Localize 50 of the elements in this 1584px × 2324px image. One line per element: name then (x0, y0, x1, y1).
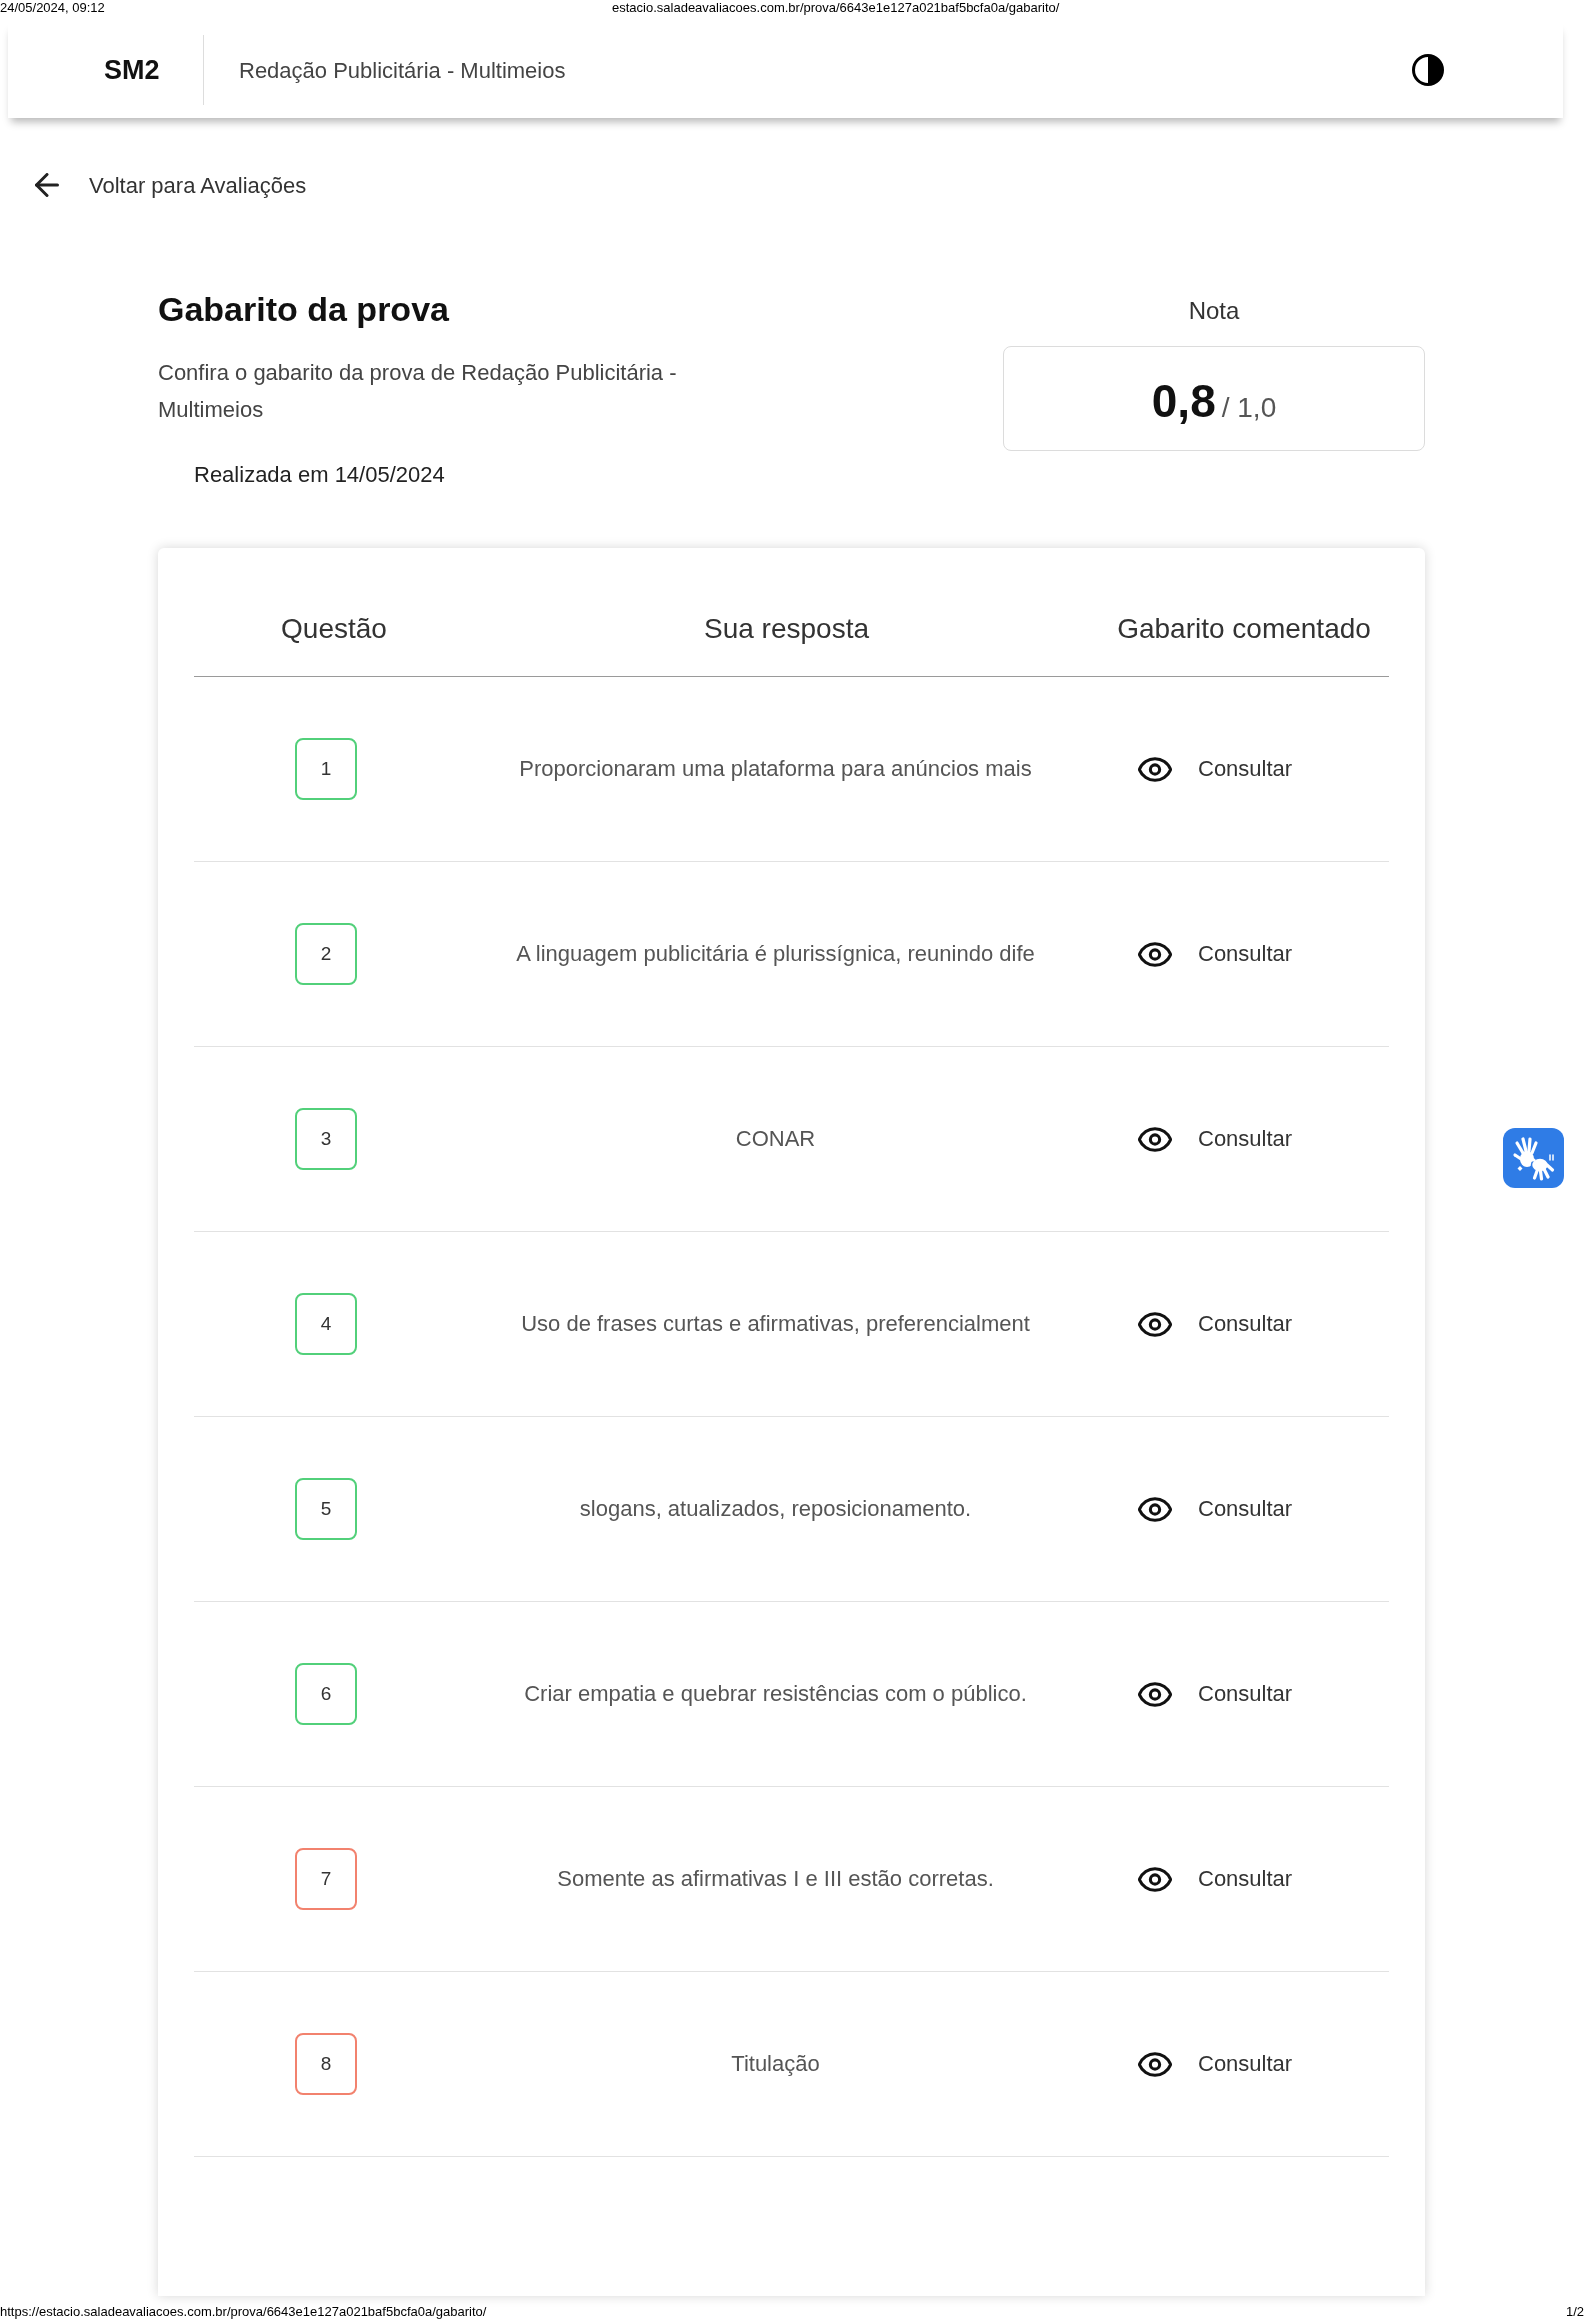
back-link[interactable]: Voltar para Avaliações (35, 163, 307, 207)
page-description: Confira o gabarito da prova de Redação Publicitária - Multimeios (158, 359, 678, 424)
consult-button[interactable]: Consultar (1138, 1864, 1293, 1894)
consult-button[interactable]: Consultar (1138, 939, 1293, 969)
answer-text: Titulação (731, 2050, 820, 2078)
column-header: Sua resposta (704, 612, 869, 646)
contrast-icon[interactable] (1412, 54, 1444, 86)
eye-icon (1138, 1126, 1172, 1152)
question-number: 5 (295, 1478, 357, 1540)
consult-button[interactable]: Consultar (1138, 1494, 1293, 1524)
question-number: 4 (295, 1293, 357, 1355)
question-number: 8 (295, 2033, 357, 2095)
page-number: 1/2 (1565, 2304, 1584, 2319)
column-header: Questão (281, 612, 387, 646)
question-number: 7 (295, 1848, 357, 1910)
grade-label: Nota (1188, 296, 1240, 326)
answer-text: Proporcionaram uma plataforma para anúncios mais (519, 755, 1032, 783)
answer-text: Uso de frases curtas e afirmativas, preferencialment (521, 1310, 1030, 1338)
grade-total: / 1,0 (1221, 393, 1277, 422)
eye-icon (1138, 1866, 1172, 1892)
eye-icon (1138, 756, 1172, 782)
consult-button[interactable]: Consultar (1138, 1309, 1293, 1339)
eye-icon (1138, 1496, 1172, 1522)
answer-text: Criar empatia e quebrar resistências com o público. (524, 1680, 1027, 1708)
eye-icon (1138, 1311, 1172, 1337)
question-number: 3 (295, 1108, 357, 1170)
logo-text: SM2 (104, 54, 160, 85)
eye-icon (1138, 1681, 1172, 1707)
question-number: 2 (295, 923, 357, 985)
answer-text: Somente as afirmativas I e III estão corretas. (557, 1865, 994, 1893)
page-url: https://estacio.saladeavaliacoes.com.br/prova/6643e1e127a021baf5bcfa0a/gabarito/ (0, 2304, 487, 2319)
answer-text: A linguagem publicitária é plurissígnica, reunindo dife (516, 940, 1035, 968)
page-title: Gabarito da prova (158, 289, 450, 329)
completion-date: Realizada em 14/05/2024 (194, 462, 445, 487)
eye-icon (1138, 2051, 1172, 2077)
course-title: Redação Publicitária - Multimeios (239, 56, 566, 85)
page-url: estacio.saladeavaliacoes.com.br/prova/6643e1e127a021baf5bcfa0a/gabarito/ (612, 0, 1060, 15)
column-header: Gabarito comentado (1117, 612, 1371, 646)
grade-score: 0,8 (1151, 377, 1216, 424)
question-number: 1 (295, 738, 357, 800)
consult-button[interactable]: Consultar (1138, 754, 1293, 784)
print-date: 24/05/2024, 09:12 (0, 0, 106, 15)
question-number: 6 (295, 1663, 357, 1725)
consult-button[interactable]: Consultar (1138, 1679, 1293, 1709)
consult-button[interactable]: Consultar (1138, 1124, 1293, 1154)
consult-button[interactable]: Consultar (1138, 2049, 1293, 2079)
answer-text: CONAR (735, 1125, 816, 1153)
eye-icon (1138, 941, 1172, 967)
hands-icon[interactable] (1503, 1128, 1564, 1188)
answer-text: slogans, atualizados, reposicionamento. (579, 1495, 972, 1523)
